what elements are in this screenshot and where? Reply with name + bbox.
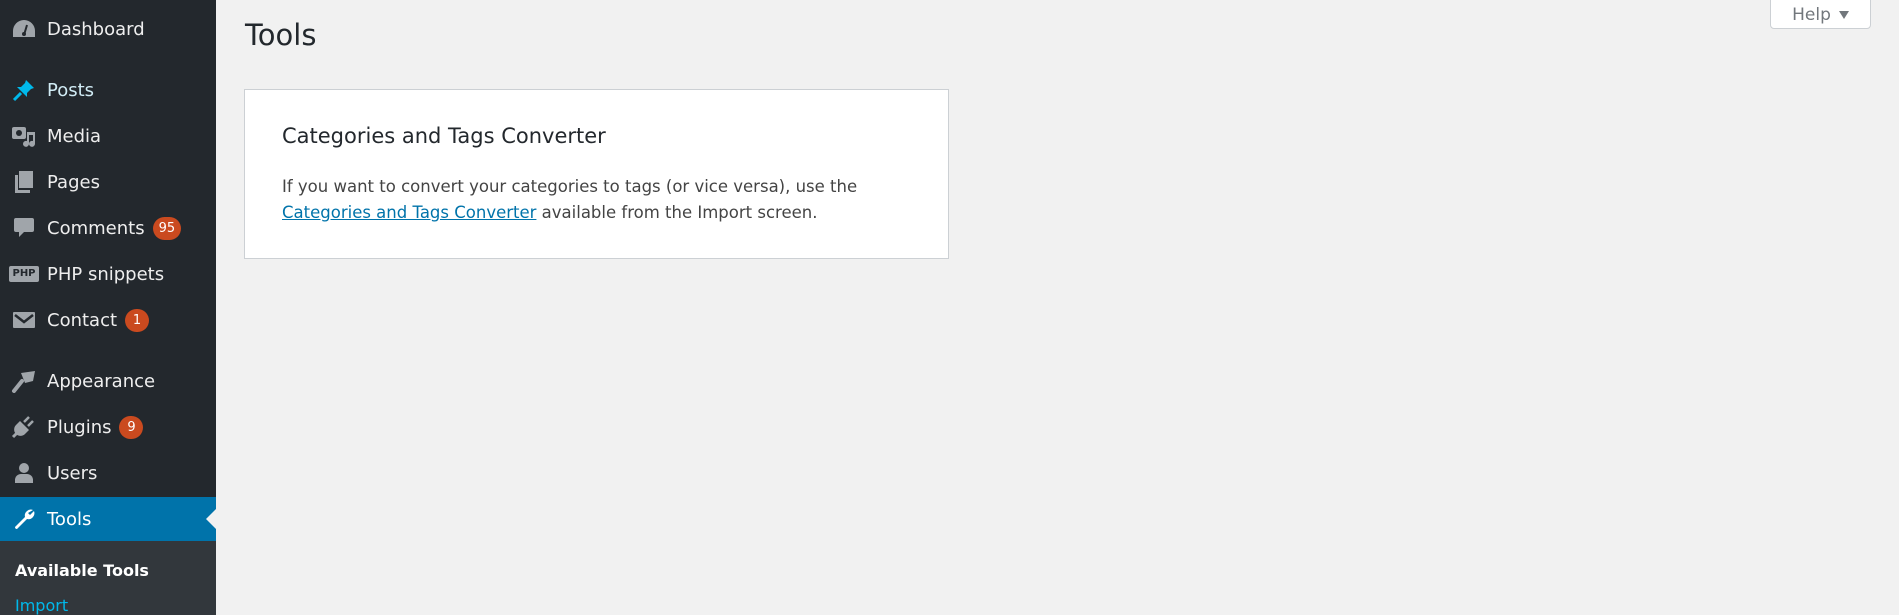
sidebar-item-label: Plugins <box>47 416 112 438</box>
sidebar-item-label: Contact <box>47 309 118 331</box>
mail-icon <box>0 310 48 330</box>
sidebar-item-users[interactable]: Users <box>0 451 216 495</box>
sidebar-item-label: Appearance <box>47 370 156 392</box>
sidebar-item-comments[interactable]: Comments 95 <box>0 206 216 250</box>
sidebar-item-label: Pages <box>47 171 100 193</box>
card-text-before: If you want to convert your categories t… <box>282 177 858 196</box>
media-icon <box>0 124 48 148</box>
sidebar-item-posts[interactable]: Posts <box>0 68 216 112</box>
card-description: If you want to convert your categories t… <box>282 174 922 226</box>
sidebar-item-label: PHP snippets <box>47 263 165 285</box>
comments-count-badge: 95 <box>152 216 182 240</box>
tool-card: Categories and Tags Converter If you wan… <box>244 89 949 259</box>
plugin-icon <box>0 415 48 439</box>
help-button[interactable]: Help <box>1770 0 1871 29</box>
user-icon <box>0 461 48 485</box>
page-title: Tools <box>245 18 317 52</box>
submenu-item-available-tools[interactable]: Available Tools <box>15 561 149 580</box>
submenu-item-import[interactable]: Import <box>15 596 68 615</box>
active-indicator-arrow <box>206 509 216 529</box>
sidebar-item-contact[interactable]: Contact 1 <box>0 298 216 342</box>
help-label: Help <box>1792 4 1831 25</box>
admin-sidebar: Dashboard Posts Media Pages Comments 95 … <box>0 0 216 615</box>
sidebar-item-label: Users <box>47 462 98 484</box>
converter-link[interactable]: Categories and Tags Converter <box>282 203 536 222</box>
card-title: Categories and Tags Converter <box>282 124 606 148</box>
pin-icon <box>0 78 48 102</box>
sidebar-item-label: Tools <box>47 508 92 530</box>
plugins-count-badge: 9 <box>119 415 144 439</box>
paintbrush-icon <box>0 369 48 393</box>
sidebar-item-label: Media <box>47 125 102 147</box>
pages-icon <box>0 170 48 194</box>
sidebar-item-label: Comments <box>47 217 145 239</box>
sidebar-item-tools[interactable]: Tools <box>0 497 216 541</box>
dashboard-icon <box>0 19 48 39</box>
sidebar-item-php-snippets[interactable]: PHP PHP snippets <box>0 252 216 296</box>
sidebar-item-label: Dashboard <box>47 18 145 40</box>
triangle-down-icon <box>1838 10 1849 19</box>
php-icon: PHP <box>0 266 48 282</box>
card-text-after: available from the Import screen. <box>536 203 818 222</box>
sidebar-item-plugins[interactable]: Plugins 9 <box>0 405 216 449</box>
sidebar-item-label: Posts <box>47 79 95 101</box>
sidebar-item-dashboard[interactable]: Dashboard <box>0 7 216 51</box>
sidebar-item-media[interactable]: Media <box>0 114 216 158</box>
contact-count-badge: 1 <box>125 308 150 332</box>
comment-icon <box>0 216 48 240</box>
tools-submenu: Available Tools Import <box>0 541 216 615</box>
wrench-icon <box>0 507 48 531</box>
sidebar-item-appearance[interactable]: Appearance <box>0 359 216 403</box>
sidebar-item-pages[interactable]: Pages <box>0 160 216 204</box>
